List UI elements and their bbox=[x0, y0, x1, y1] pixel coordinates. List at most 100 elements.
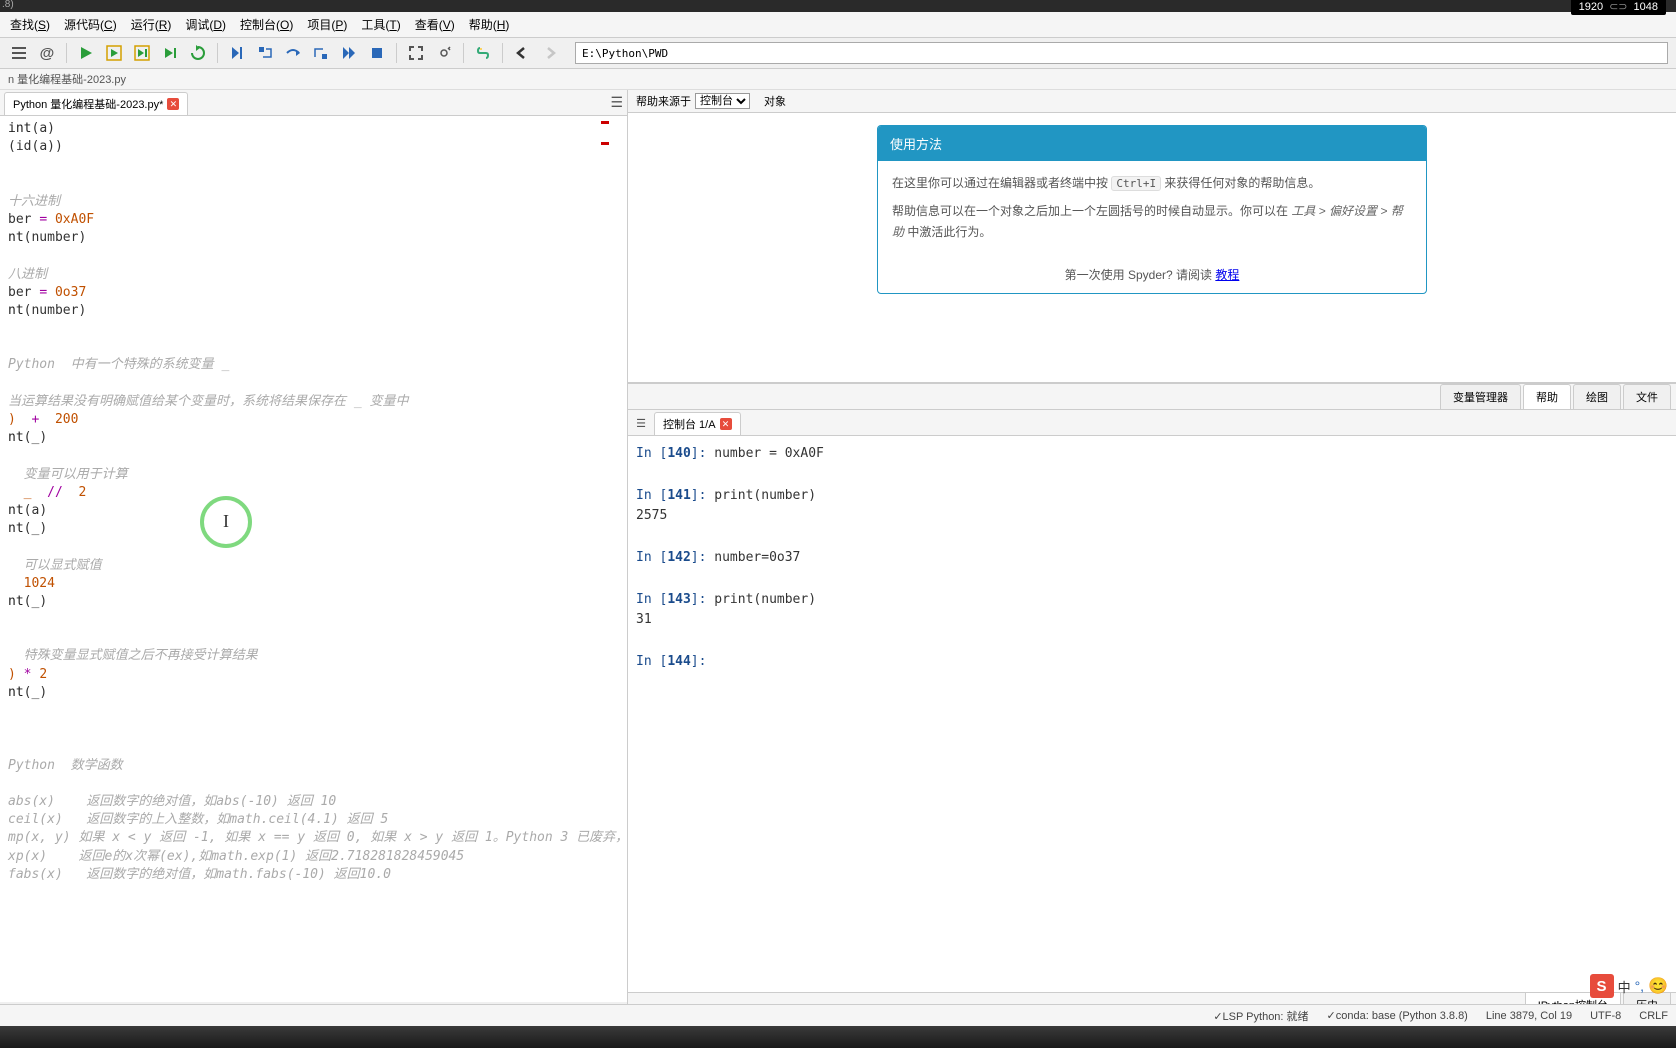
code-line bbox=[0, 247, 623, 265]
editor-menu-icon[interactable]: ☰ bbox=[610, 94, 623, 111]
code-line bbox=[0, 538, 623, 556]
run-selection-icon[interactable] bbox=[159, 42, 181, 64]
debug-stepover-icon[interactable] bbox=[282, 42, 304, 64]
menu-help[interactable]: 帮助(H) bbox=[463, 14, 516, 35]
console-tab-label: 控制台 1/A bbox=[663, 416, 716, 432]
run-icon[interactable] bbox=[75, 42, 97, 64]
close-icon[interactable]: ✕ bbox=[167, 98, 179, 110]
console-line: In [142]: number=0o37 bbox=[636, 548, 1668, 569]
ime-punct-icon[interactable]: °, bbox=[1635, 978, 1645, 994]
working-dir-input[interactable]: E:\Python\PWD bbox=[575, 42, 1668, 64]
fullscreen-icon[interactable] bbox=[405, 42, 427, 64]
console-line bbox=[636, 631, 1668, 652]
code-line: 变量可以用于计算 bbox=[0, 466, 623, 484]
editor-outline bbox=[601, 119, 609, 1002]
console-browse-icon[interactable]: ☰ bbox=[632, 415, 650, 433]
outline-icon[interactable] bbox=[8, 42, 30, 64]
code-line bbox=[0, 175, 623, 193]
help-footer: 第一次使用 Spyder? 请阅读 教程 bbox=[878, 256, 1426, 293]
debug-continue-icon[interactable] bbox=[338, 42, 360, 64]
console-line: In [141]: print(number) bbox=[636, 486, 1668, 507]
debug-stepout-icon[interactable] bbox=[310, 42, 332, 64]
ime-badge[interactable]: S bbox=[1590, 974, 1614, 998]
code-line: abs(x) 返回数字的绝对值，如abs(-10) 返回 10 bbox=[0, 793, 623, 811]
resolution-badge: 1920 ⊂⊃ 1048 bbox=[1571, 0, 1666, 15]
status-lsp[interactable]: ✓LSP Python: 就绪 bbox=[1213, 1008, 1308, 1024]
code-line: ber = 0xA0F bbox=[0, 211, 623, 229]
help-text: 在这里你可以通过在编辑器或者终端中按 bbox=[892, 176, 1111, 190]
code-editor[interactable]: int(a)(id(a)) 十六进制ber = 0xA0Fnt(number) … bbox=[0, 116, 627, 1002]
menu-source[interactable]: 源代码(C) bbox=[58, 14, 123, 35]
tab-variable-explorer[interactable]: 变量管理器 bbox=[1440, 384, 1521, 409]
tutorial-link[interactable]: 教程 bbox=[1215, 268, 1239, 282]
tab-plots[interactable]: 绘图 bbox=[1573, 384, 1621, 409]
at-icon[interactable]: @ bbox=[36, 42, 58, 64]
debug-stop-icon[interactable] bbox=[366, 42, 388, 64]
tab-files[interactable]: 文件 bbox=[1623, 384, 1671, 409]
res-w: 1920 bbox=[1579, 1, 1603, 13]
console-line bbox=[636, 527, 1668, 548]
back-icon[interactable] bbox=[511, 42, 533, 64]
editor-tabs: Python 量化编程基础-2023.py* ✕ ☰ bbox=[0, 90, 627, 116]
code-line: 十六进制 bbox=[0, 193, 623, 211]
console-line: 31 bbox=[636, 610, 1668, 631]
menu-run[interactable]: 运行(R) bbox=[125, 14, 178, 35]
code-line: xp(x) 返回e的x次幂(ex),如math.exp(1) 返回2.71828… bbox=[0, 848, 623, 866]
separator bbox=[463, 43, 464, 63]
window-titlebar: .8) 1920 ⊂⊃ 1048 bbox=[0, 0, 1676, 12]
ime-lang[interactable]: 中 bbox=[1618, 977, 1631, 996]
code-line bbox=[0, 447, 623, 465]
code-line: 可以显式赋值 bbox=[0, 557, 623, 575]
status-encoding: UTF-8 bbox=[1590, 1010, 1621, 1022]
code-line bbox=[0, 375, 623, 393]
code-line: nt(_) bbox=[0, 520, 623, 538]
editor-tab[interactable]: Python 量化编程基础-2023.py* ✕ bbox=[4, 92, 188, 115]
code-line: 八进制 bbox=[0, 266, 623, 284]
console-line bbox=[636, 569, 1668, 590]
os-taskbar bbox=[0, 1026, 1676, 1048]
rerun-icon[interactable] bbox=[187, 42, 209, 64]
code-line bbox=[0, 611, 623, 629]
settings-icon[interactable] bbox=[433, 42, 455, 64]
right-pane: 帮助来源于 控制台 对象 使用方法 在这里你可以通过在编辑器或者终端中按 Ctr… bbox=[628, 90, 1676, 1018]
ipython-console[interactable]: In [140]: number = 0xA0F In [141]: print… bbox=[628, 436, 1676, 992]
run-cell-icon[interactable] bbox=[103, 42, 125, 64]
link-icon: ⊂⊃ bbox=[1609, 0, 1627, 13]
status-conda[interactable]: ✓conda: base (Python 3.8.8) bbox=[1327, 1009, 1468, 1022]
menu-project[interactable]: 项目(P) bbox=[301, 14, 353, 35]
tab-label: Python 量化编程基础-2023.py* bbox=[13, 96, 163, 112]
code-line: 特殊变量显式赋值之后不再接受计算结果 bbox=[0, 647, 623, 665]
code-line: nt(number) bbox=[0, 302, 623, 320]
help-text: 来获得任何对象的帮助信息。 bbox=[1161, 176, 1320, 190]
separator bbox=[396, 43, 397, 63]
python-path-icon[interactable] bbox=[472, 42, 494, 64]
outline-mark bbox=[601, 142, 609, 145]
code-line: _ // 2 bbox=[0, 484, 623, 502]
menu-debug[interactable]: 调试(D) bbox=[179, 14, 232, 35]
menu-console[interactable]: 控制台(O) bbox=[234, 14, 299, 35]
close-icon[interactable]: ✕ bbox=[720, 418, 732, 430]
code-line: 当运算结果没有明确赋值给某个变量时，系统将结果保存在 _ 变量中 bbox=[0, 393, 623, 411]
help-footer-text: 第一次使用 Spyder? 请阅读 bbox=[1065, 268, 1216, 282]
help-source-select[interactable]: 控制台 bbox=[695, 93, 750, 109]
forward-icon[interactable] bbox=[539, 42, 561, 64]
menu-view[interactable]: 查看(V) bbox=[409, 14, 461, 35]
code-line bbox=[0, 738, 623, 756]
console-tabs: ☰ 控制台 1/A ✕ bbox=[628, 410, 1676, 436]
code-line bbox=[0, 338, 623, 356]
code-line bbox=[0, 775, 623, 793]
run-cell-next-icon[interactable] bbox=[131, 42, 153, 64]
menu-search[interactable]: 查找(S) bbox=[4, 14, 56, 35]
menu-tools[interactable]: 工具(T) bbox=[355, 14, 406, 35]
code-line: nt(a) bbox=[0, 502, 623, 520]
debug-step-icon[interactable] bbox=[226, 42, 248, 64]
tab-help[interactable]: 帮助 bbox=[1523, 384, 1571, 409]
emoji-icon[interactable]: 😊 bbox=[1648, 976, 1668, 996]
code-line bbox=[0, 720, 623, 738]
console-tab[interactable]: 控制台 1/A ✕ bbox=[654, 412, 741, 435]
status-position: Line 3879, Col 19 bbox=[1486, 1010, 1572, 1022]
status-eol: CRLF bbox=[1639, 1010, 1668, 1022]
code-line: nt(_) bbox=[0, 593, 623, 611]
debug-stepinto-icon[interactable] bbox=[254, 42, 276, 64]
help-title: 使用方法 bbox=[878, 126, 1426, 161]
